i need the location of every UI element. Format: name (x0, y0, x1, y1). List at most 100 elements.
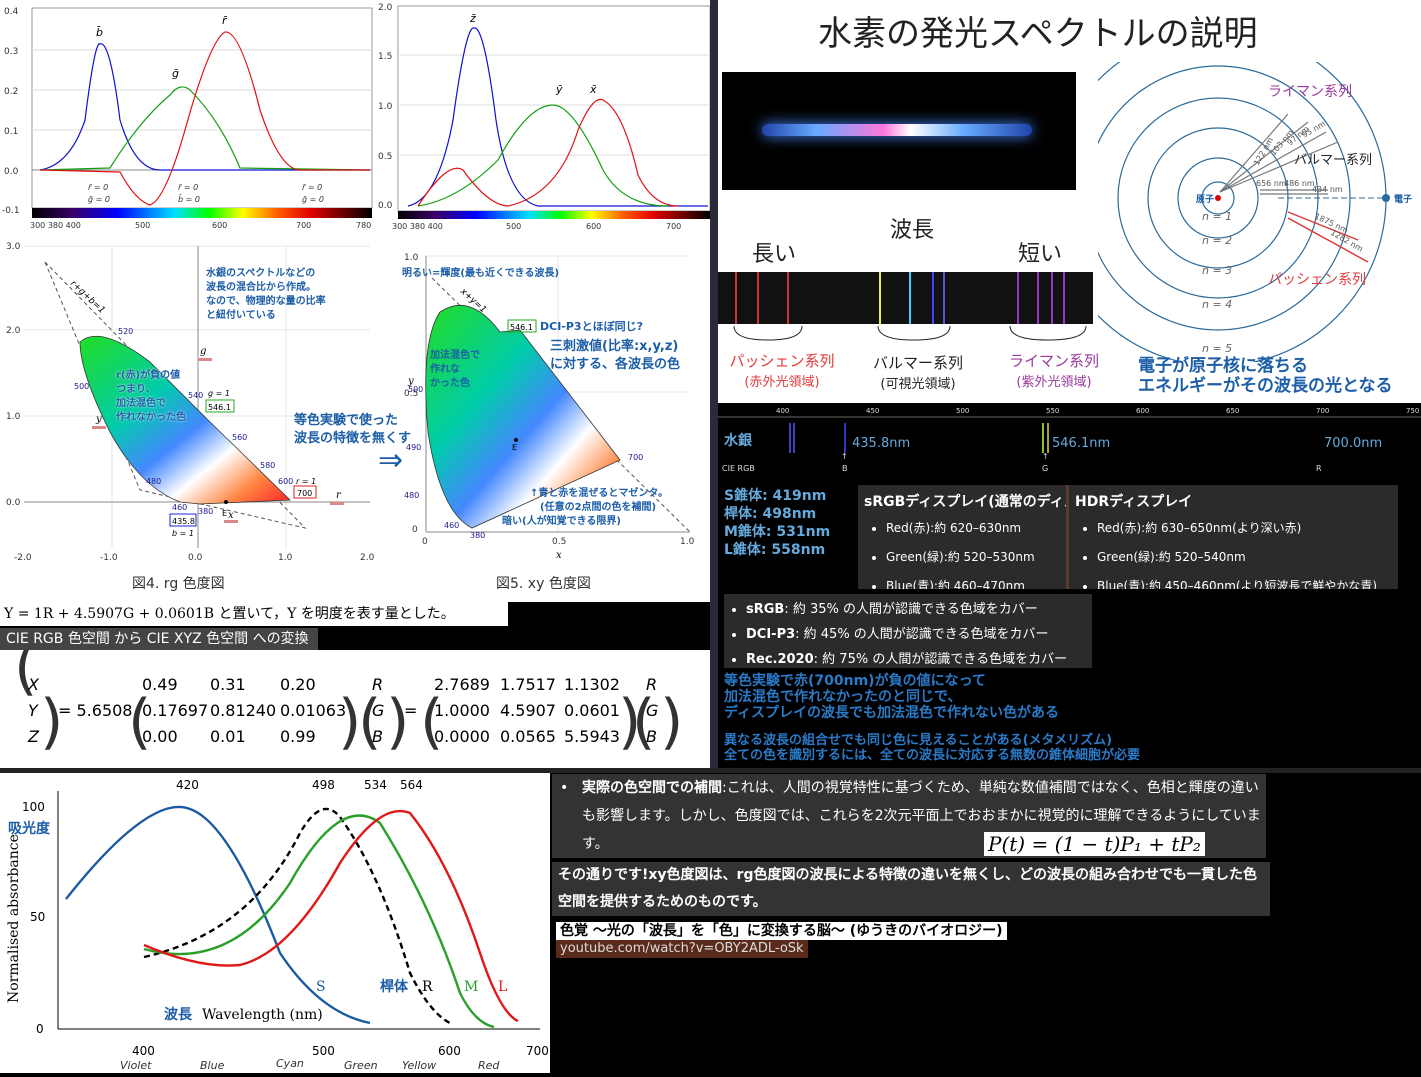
svg-text:= 5.6508: = 5.6508 (58, 701, 132, 720)
svg-text:600: 600 (278, 477, 293, 486)
svg-text:Green: Green (344, 1059, 378, 1072)
conv-title: CIE RGB 色空間 から CIE XYZ 色空間 への変換 (0, 628, 318, 650)
svg-text:B: B (842, 464, 848, 473)
svg-text:500: 500 (74, 382, 89, 391)
svg-text:560: 560 (232, 433, 247, 442)
svg-text:パッシェン系列: パッシェン系列 (1268, 272, 1366, 288)
y-tick: 0.0 (4, 167, 19, 177)
hdr-box: HDRディスプレイ Red(赤):約 630–650nm(より深い赤)Green… (1069, 485, 1398, 589)
conversion-matrix: ( X Y Z ) = 5.6508 ( 0.49 0.31 0.20 0.17… (0, 633, 710, 770)
svg-text:0.0: 0.0 (188, 553, 203, 563)
svg-text:): ) (386, 687, 409, 757)
svg-text:等色実験で使った: 等色実験で使った (293, 412, 398, 428)
svg-text:0.17697: 0.17697 (142, 701, 208, 720)
svg-text:300 380 400: 300 380 400 (392, 222, 443, 231)
svg-text:): ) (40, 687, 63, 757)
svg-text:原子: 原子 (1196, 194, 1214, 205)
svg-text:ライマン系列: ライマン系列 (1268, 84, 1352, 100)
svg-text:Y: Y (28, 701, 39, 720)
svg-text:486 nm: 486 nm (1284, 179, 1315, 188)
svg-text:500: 500 (135, 221, 150, 230)
svg-text:0.0: 0.0 (378, 201, 393, 211)
svg-text:R: R (646, 675, 657, 694)
svg-text:300 380 400: 300 380 400 (30, 221, 81, 230)
svg-text:Z: Z (27, 727, 40, 746)
svg-text:2.0: 2.0 (6, 326, 21, 336)
svg-text:5.5943: 5.5943 (564, 727, 620, 746)
svg-text:桿体: 桿体 (380, 978, 409, 995)
svg-text:かった色: かった色 (430, 376, 470, 389)
svg-text:450: 450 (866, 407, 879, 415)
svg-text:ḡ = 0: ḡ = 0 (88, 195, 110, 204)
svg-text:50: 50 (30, 910, 45, 924)
svg-text:2.0: 2.0 (378, 3, 393, 13)
svg-text:420: 420 (176, 778, 199, 792)
svg-text:1.0: 1.0 (6, 412, 21, 422)
svg-text:400: 400 (132, 1044, 155, 1058)
svg-text:1.0: 1.0 (278, 553, 293, 563)
svg-text:↑青と赤を混ぜるとマゼンタ。: ↑青と赤を混ぜるとマゼンタ。 (530, 486, 668, 499)
svg-text:X: X (27, 675, 40, 694)
svg-text:(任意の2点間の色を補間): (任意の2点間の色を補間) (540, 500, 656, 513)
svg-text:g: g (200, 346, 206, 357)
svg-text:0.81240: 0.81240 (210, 701, 276, 720)
svg-text:r̄ = 0: r̄ = 0 (178, 183, 198, 192)
svg-text:明るい=輝度(最も近くできる波長): 明るい=輝度(最も近くできる波長) (402, 266, 559, 279)
svg-text:作れな: 作れな (430, 362, 460, 375)
svg-text:三刺激値(比率:x,y,z): 三刺激値(比率:x,y,z) (550, 338, 678, 354)
svg-text:r+g+b=1: r+g+b=1 (68, 279, 107, 316)
svg-text:R: R (372, 675, 383, 694)
svg-text:540: 540 (188, 391, 203, 400)
svg-text:1.7517: 1.7517 (500, 675, 556, 694)
svg-text:498: 498 (312, 778, 335, 792)
svg-text:3.0: 3.0 (6, 242, 21, 252)
spectrum-bar (718, 272, 1093, 324)
svg-text:700: 700 (297, 489, 312, 498)
svg-text:380: 380 (198, 507, 213, 516)
svg-text:L: L (498, 979, 507, 995)
svg-text:G: G (372, 701, 384, 720)
svg-text:x: x (556, 550, 562, 561)
cmf-right-chart: 2.0 1.5 1.0 0.5 0.0 z̄ ȳ x̄ 300 380 400 … (378, 0, 711, 232)
svg-text:500: 500 (312, 1044, 335, 1058)
svg-text:に対する、各波長の色: に対する、各波長の色 (550, 356, 680, 372)
svg-text:546.1nm: 546.1nm (1052, 436, 1110, 451)
svg-text:780: 780 (356, 221, 371, 230)
svg-text:R: R (1316, 464, 1322, 473)
arrow-icon: ⇒ (378, 443, 403, 478)
svg-text:Blue: Blue (200, 1059, 225, 1072)
svg-text:M: M (464, 979, 478, 995)
svg-text:0.31: 0.31 (210, 675, 246, 694)
svg-text:n = 1: n = 1 (1202, 210, 1232, 223)
svg-text:490: 490 (406, 443, 421, 452)
svg-text:波長の混合比から作成。: 波長の混合比から作成。 (206, 280, 316, 293)
video-link[interactable]: youtube.com/watch?v=OBY2ADL-oSk (556, 940, 808, 958)
interp-formula: P(t) = (1 − t)P₁ + tP₂ (984, 832, 1205, 856)
svg-text:1.0: 1.0 (378, 102, 393, 112)
svg-text:550: 550 (1046, 407, 1059, 415)
svg-text:n = 4: n = 4 (1202, 298, 1232, 311)
svg-text:Violet: Violet (120, 1059, 152, 1072)
svg-text:水銀: 水銀 (724, 432, 752, 449)
svg-text:r = 1: r = 1 (296, 477, 316, 486)
g-label: ḡ (172, 67, 179, 80)
svg-text:加法混色で: 加法混色で (429, 348, 480, 361)
svg-text:n = 5: n = 5 (1202, 342, 1232, 355)
svg-text:と紐付いている: と紐付いている (206, 308, 276, 321)
svg-text:650: 650 (1226, 407, 1239, 415)
svg-text:Cyan: Cyan (276, 1057, 304, 1070)
hydrogen-title: 水素の発光スペクトルの説明 (818, 14, 1258, 54)
chromaticity-panel: 3.0 2.0 1.0 0.0 -2.0 -1.0 0.0 1.0 2.0 52… (0, 232, 710, 602)
svg-text:y: y (407, 376, 414, 387)
svg-text:x̄: x̄ (589, 83, 597, 96)
svg-text:y: y (95, 414, 102, 425)
svg-text:r̄ = 0: r̄ = 0 (302, 183, 322, 192)
svg-text:580: 580 (260, 461, 275, 470)
svg-text:750: 750 (1406, 407, 1419, 415)
svg-text:-1.0: -1.0 (100, 553, 118, 563)
svg-text:0.49: 0.49 (142, 675, 178, 694)
svg-text:↑: ↑ (841, 452, 848, 461)
svg-text:1.0000: 1.0000 (434, 701, 490, 720)
svg-text:=: = (404, 701, 417, 720)
y-tick: 0.2 (4, 87, 18, 97)
